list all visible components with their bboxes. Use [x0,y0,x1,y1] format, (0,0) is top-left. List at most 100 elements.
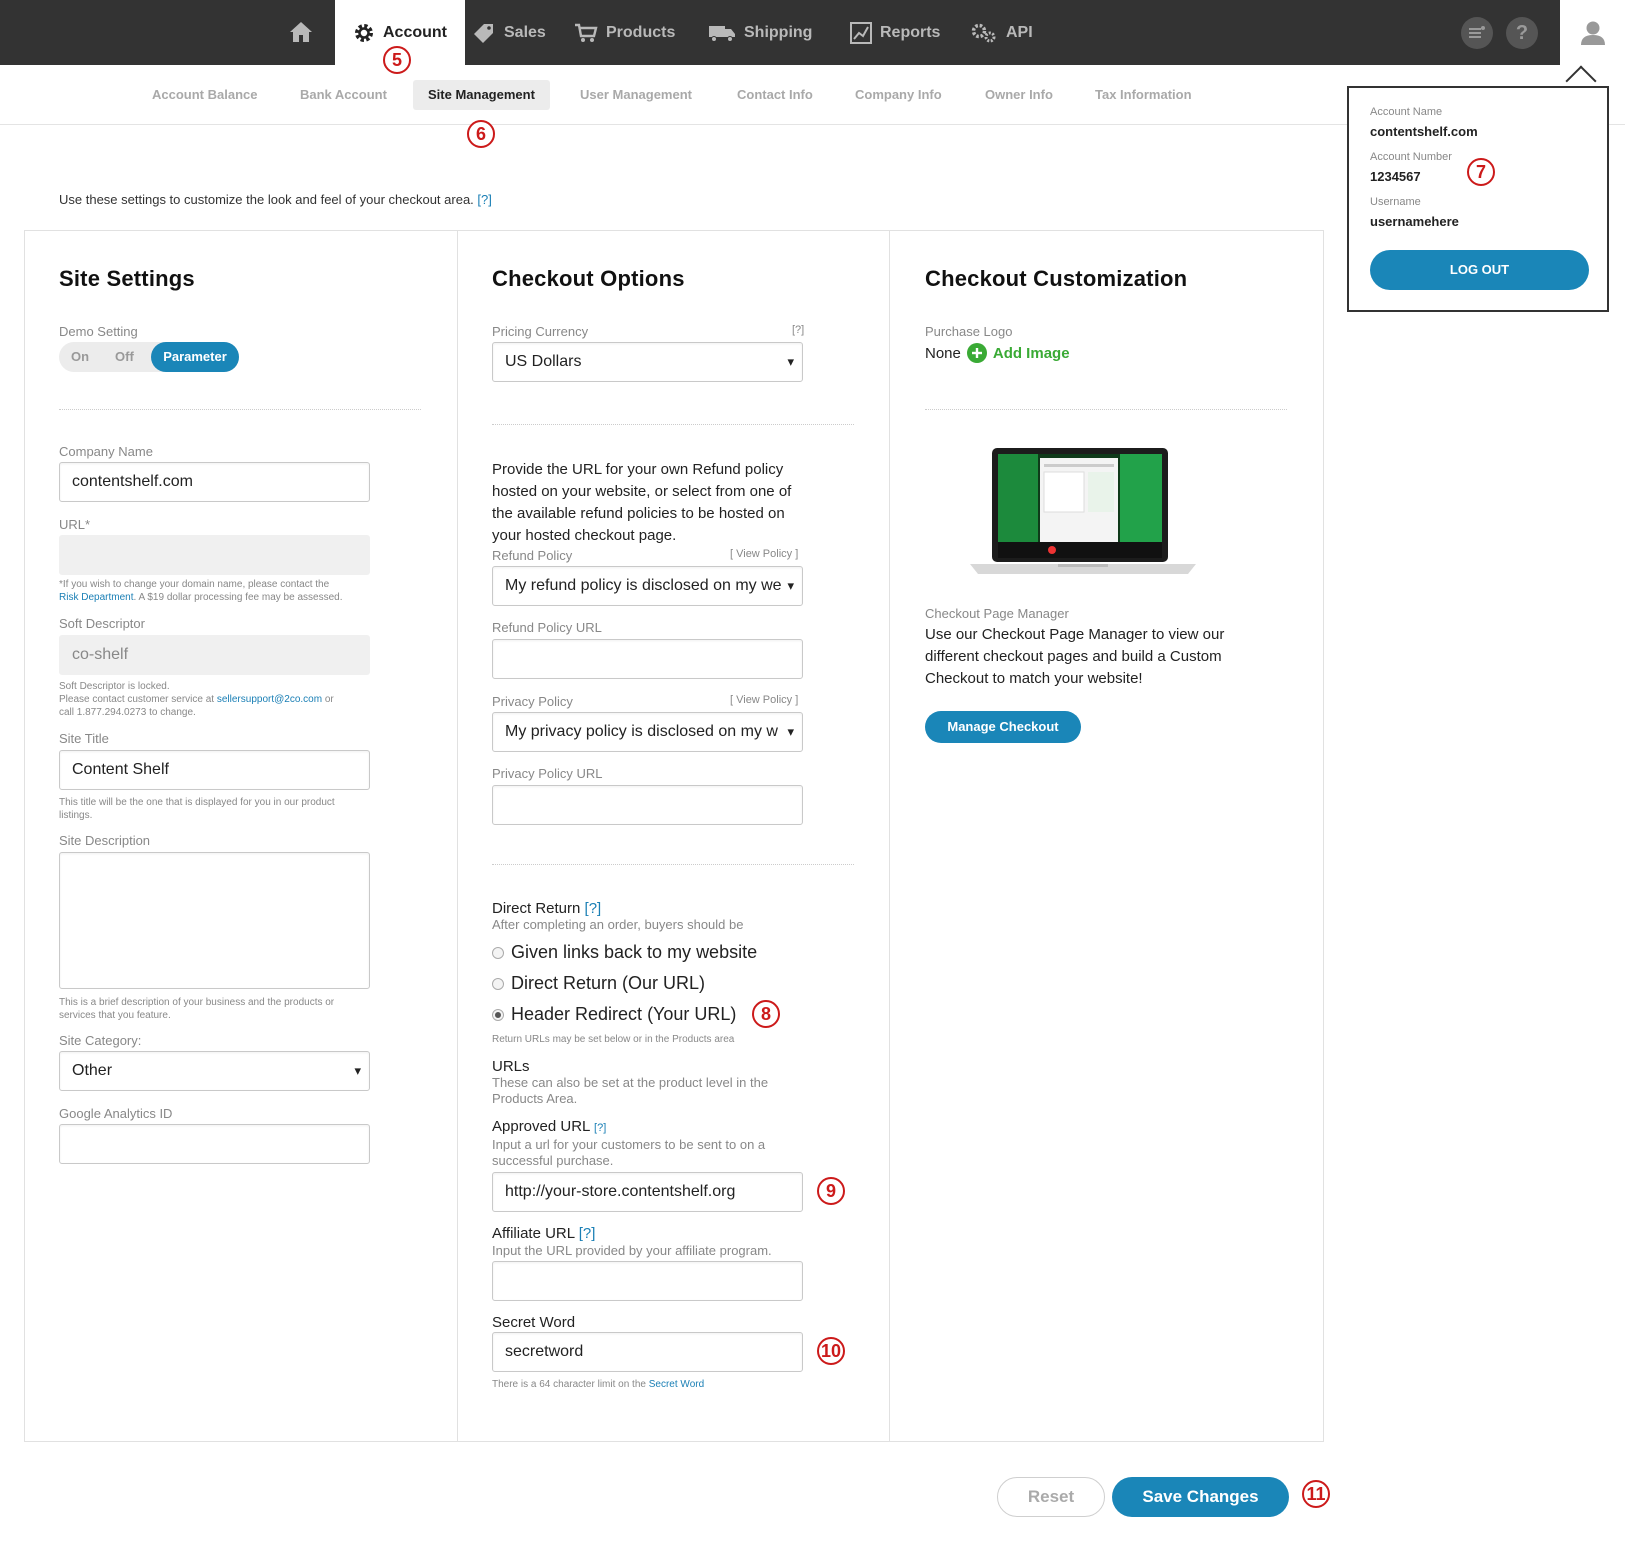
direct-return-help[interactable]: [?] [585,900,602,917]
callout-9: 9 [817,1177,845,1205]
soft-descriptor-label: Soft Descriptor [59,616,145,631]
user-icon [1580,21,1605,45]
soft-note-line1: Soft Descriptor is locked. [59,681,170,692]
site-title-input[interactable]: Content Shelf [59,750,370,790]
reset-button[interactable]: Reset [997,1477,1105,1517]
radio-button[interactable] [492,977,504,990]
affiliate-url-help[interactable]: [?] [579,1225,596,1242]
radio-direct-return[interactable]: Direct Return (Our URL) [492,973,705,994]
callout-8: 8 [752,1000,780,1028]
subnav-account-balance[interactable]: Account Balance [137,80,272,110]
nav-products[interactable]: Products [574,0,675,65]
help-button[interactable]: ? [1506,17,1538,49]
radio-button-selected[interactable] [492,1008,504,1021]
privacy-view-policy-link[interactable]: [ View Policy ] [730,694,798,706]
seller-support-email-link[interactable]: sellersupport@2co.com [217,694,322,705]
column-divider [457,230,458,1442]
secret-word-note: There is a 64 character limit on the Sec… [492,1378,704,1391]
nav-sales[interactable]: Sales [472,0,546,65]
url-note: *If you wish to change your domain name,… [59,578,379,604]
google-analytics-input[interactable] [59,1124,370,1164]
affiliate-url-input[interactable] [492,1261,803,1301]
secret-word-link[interactable]: Secret Word [649,1379,704,1390]
logout-button[interactable]: LOG OUT [1370,250,1589,290]
toggle-on[interactable]: On [71,342,89,372]
site-category-select[interactable]: Other [59,1051,370,1091]
save-changes-button[interactable]: Save Changes [1112,1477,1289,1517]
callout-10: 10 [817,1337,845,1365]
purchase-logo-label: Purchase Logo [925,324,1013,339]
soft-note-line3: call 1.877.294.0273 to change. [59,707,196,718]
divider [59,409,421,410]
checkout-customization-title: Checkout Customization [925,266,1188,291]
checkout-page-manager-text: Use our Checkout Page Manager to view ou… [925,626,1225,687]
checkout-page-manager-label: Checkout Page Manager [925,606,1069,621]
intro-text: Use these settings to customize the look… [59,192,492,207]
user-menu-button[interactable] [1560,0,1625,65]
privacy-policy-url-input[interactable] [492,785,803,825]
tag-icon [474,23,493,43]
add-image-button[interactable]: Add Image [966,343,1070,363]
privacy-policy-select[interactable]: My privacy policy is disclosed on my w [492,712,803,752]
subnav-user-management[interactable]: User Management [565,80,707,110]
radio-button[interactable] [492,946,504,959]
affiliate-url-label: Affiliate URL [?] [492,1225,595,1242]
account-number-value: 1234567 [1370,169,1421,184]
refund-policy-description: Provide the URL for your own Refund poli… [492,461,792,544]
pricing-currency-select[interactable]: US Dollars [492,342,803,382]
home-icon[interactable] [288,20,314,44]
subnav-tax-information[interactable]: Tax Information [1080,80,1207,110]
radio-given-links[interactable]: Given links back to my website [492,942,757,963]
site-title-label: Site Title [59,731,109,746]
return-urls-note: Return URLs may be set below or in the P… [492,1034,735,1045]
site-description-textarea[interactable] [59,852,370,989]
site-category-label: Site Category: [59,1033,142,1048]
chart-icon [850,21,872,44]
secret-word-input[interactable]: secretword [492,1332,803,1372]
pricing-currency-help[interactable]: [?] [792,324,804,336]
refund-policy-select[interactable]: My refund policy is disclosed on my we [492,566,803,606]
nav-shipping[interactable]: Shipping [708,0,812,65]
truck-icon [709,25,735,42]
notes-button[interactable] [1461,17,1493,49]
account-number-label: Account Number [1370,151,1452,163]
subnav-company-info[interactable]: Company Info [840,80,957,110]
soft-note-line2-end: or [322,694,334,705]
toggle-off[interactable]: Off [115,342,134,372]
url-note-text: *If you wish to change your domain name,… [59,579,330,590]
soft-descriptor-note: Soft Descriptor is locked. Please contac… [59,680,379,719]
divider [492,864,854,865]
cart-icon [575,23,598,42]
company-name-input[interactable]: contentshelf.com [59,462,370,502]
site-description-label: Site Description [59,833,151,848]
approved-url-help[interactable]: [?] [594,1122,606,1134]
gears-icon [971,23,996,42]
nav-api-label: API [1006,23,1033,41]
nav-api[interactable]: API [970,0,1033,65]
subnav-bank-account[interactable]: Bank Account [285,80,402,110]
secret-word-note-text: There is a 64 character limit on the [492,1379,649,1390]
refund-view-policy-link[interactable]: [ View Policy ] [730,548,798,560]
manage-checkout-button[interactable]: Manage Checkout [925,711,1081,743]
nav-sales-label: Sales [504,23,546,41]
soft-descriptor-input: co-shelf [59,635,370,675]
demo-setting-toggle[interactable]: On Off Parameter [59,342,239,372]
radio-header-redirect[interactable]: Header Redirect (Your URL) [492,1004,736,1025]
nav-shipping-label: Shipping [744,23,813,41]
pricing-currency-label: Pricing Currency [492,324,589,339]
approved-url-input[interactable]: http://your-store.contentshelf.org [492,1172,803,1212]
subnav-owner-info[interactable]: Owner Info [970,80,1068,110]
add-image-label: Add Image [992,344,1070,362]
intro-help-link[interactable]: [?] [477,192,491,207]
risk-department-link[interactable]: Risk Department [59,592,133,603]
refund-policy-url-input[interactable] [492,639,803,679]
subnav-contact-info[interactable]: Contact Info [722,80,828,110]
toggle-parameter[interactable]: Parameter [151,342,239,372]
plus-circle-icon [966,343,987,363]
approved-url-subtitle: Input a url for your customers to be sen… [492,1137,766,1168]
site-description-note: This is a brief description of your busi… [59,997,335,1021]
privacy-policy-label: Privacy Policy [492,694,573,709]
subnav-site-management[interactable]: Site Management [413,80,550,110]
nav-reports-label: Reports [880,23,941,41]
nav-reports[interactable]: Reports [850,0,940,65]
